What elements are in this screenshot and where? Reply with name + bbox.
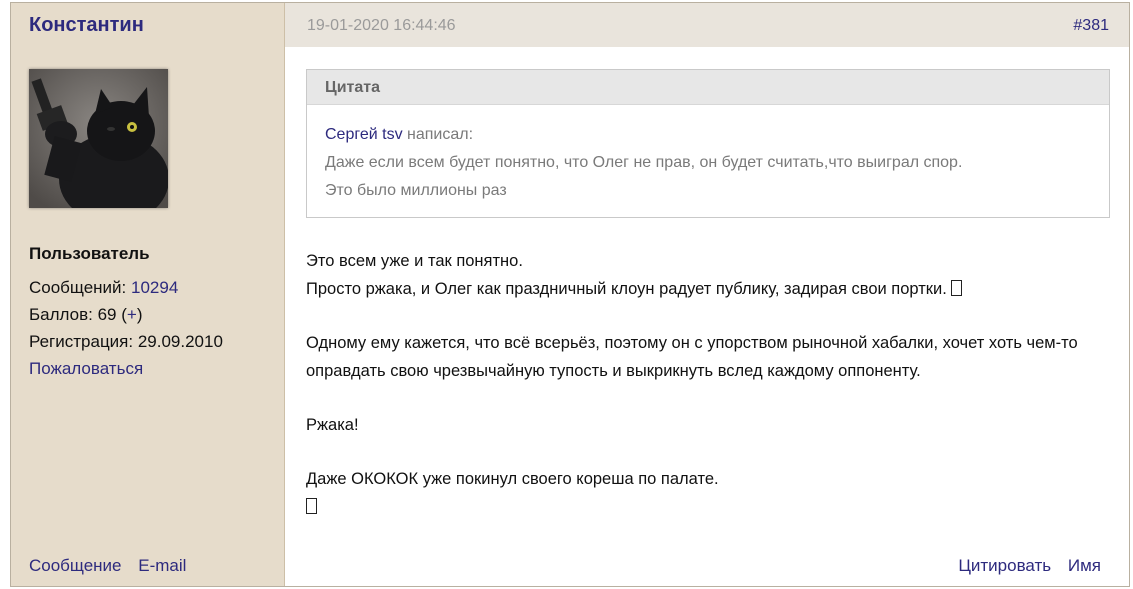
points-close: ) xyxy=(136,305,143,324)
post-paragraph-3: Ржака! xyxy=(306,416,359,434)
message-link[interactable]: Сообщение xyxy=(29,556,122,575)
post-line: Это всем уже и так понятно. xyxy=(306,252,523,270)
post-paragraph-1: Это всем уже и так понятно. Просто ржака… xyxy=(306,247,1126,303)
avatar-cat-image xyxy=(29,69,169,224)
missing-emoji-icon xyxy=(306,498,317,514)
quote-wrote-label: написал: xyxy=(402,126,474,143)
quote-attribution: Сергей tsv написал: xyxy=(325,121,1091,149)
avatar xyxy=(29,69,169,224)
post-line xyxy=(306,493,1126,521)
points-label: Баллов: 69 ( xyxy=(29,305,127,324)
quote-button[interactable]: Цитировать xyxy=(958,556,1051,575)
post-line-text: Просто ржака, и Олег как праздничный кло… xyxy=(306,280,947,298)
quote-block: Цитата Сергей tsv написал: Даже если все… xyxy=(306,69,1110,218)
post-paragraph-2: Одному ему кажется, что всё всерьёз, поэ… xyxy=(306,334,1078,380)
post-actions: Цитировать Имя xyxy=(946,556,1101,576)
messages-stat: Сообщений: 10294 xyxy=(29,278,178,298)
quote-line-1: Даже если всем будет понятно, что Олег н… xyxy=(325,154,963,171)
post-date: 19-01-2020 16:44:46 xyxy=(307,17,456,34)
author-sidebar: Константин Пользователь Сообщений: 10294… xyxy=(11,3,285,586)
quote-author-link[interactable]: Сергей tsv xyxy=(325,126,403,143)
name-button[interactable]: Имя xyxy=(1068,556,1101,575)
post-body: Это всем уже и так понятно. Просто ржака… xyxy=(306,247,1126,521)
author-name[interactable]: Константин xyxy=(29,14,144,37)
quote-line-2: Это было миллионы раз xyxy=(325,182,507,199)
post-paragraph-4: Даже ОКОКОК уже покинул своего кореша по… xyxy=(306,465,1126,521)
messages-label: Сообщений: xyxy=(29,278,127,297)
quote-header: Цитата xyxy=(307,70,1109,105)
email-link[interactable]: E-mail xyxy=(138,556,186,575)
missing-emoji-icon xyxy=(951,280,963,296)
user-role: Пользователь xyxy=(29,244,150,263)
quote-body: Сергей tsv написал: Даже если всем будет… xyxy=(307,105,1109,205)
post-header: 19-01-2020 16:44:46 #381 xyxy=(285,3,1129,47)
messages-count-link[interactable]: 10294 xyxy=(131,278,178,297)
report-link[interactable]: Пожаловаться xyxy=(29,359,143,379)
post-number-link[interactable]: #381 xyxy=(1073,17,1109,35)
post-line: Даже ОКОКОК уже покинул своего кореша по… xyxy=(306,470,719,488)
registration-date: Регистрация: 29.09.2010 xyxy=(29,332,223,351)
points-plus-link[interactable]: + xyxy=(127,305,137,324)
post-line: Просто ржака, и Олег как праздничный кло… xyxy=(306,275,1126,303)
points-stat: Баллов: 69 (+) xyxy=(29,305,142,325)
sidebar-footer: Сообщение E-mail xyxy=(29,556,198,576)
forum-post: Константин Пользователь Сообщений: 10294… xyxy=(10,2,1130,587)
